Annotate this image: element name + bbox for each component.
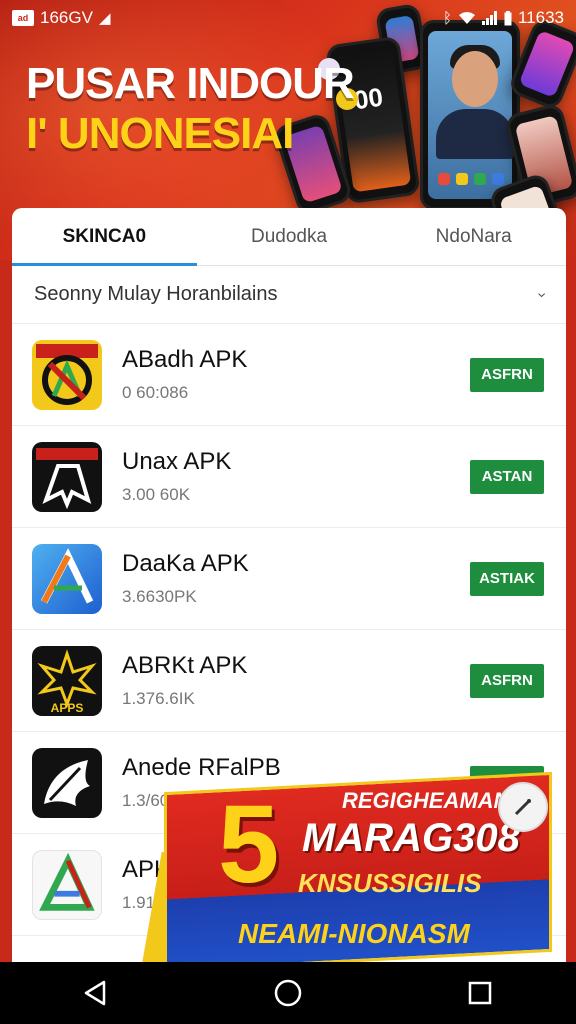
navigation-bar bbox=[0, 962, 576, 1024]
list-item[interactable]: Unax APK 3.00 60K ASTAN bbox=[12, 426, 566, 528]
tab-1[interactable]: Dudodka bbox=[197, 208, 382, 265]
promo-number: 5 bbox=[218, 783, 280, 906]
status-left-text: 166GV bbox=[40, 8, 93, 27]
promo-top-text: REGIGHEAMAN bbox=[342, 788, 510, 813]
install-button[interactable]: ASFRN bbox=[470, 357, 544, 392]
edit-pen-icon[interactable] bbox=[498, 782, 548, 832]
signal-triangle-icon: ◢ bbox=[98, 10, 111, 27]
list-item[interactable]: DaaKa APK 3.6630PK ASTIAK bbox=[12, 528, 566, 630]
promo-sub-text: KNSUSSIGILIS bbox=[298, 868, 482, 898]
banner-title-line2: I' UNONESIAI bbox=[26, 109, 294, 158]
app-size: 0 60:086 bbox=[122, 382, 189, 402]
person-face bbox=[452, 51, 498, 107]
install-button[interactable]: ASTAN bbox=[470, 459, 544, 494]
install-button[interactable]: ASTIAK bbox=[470, 561, 544, 596]
status-bar: ad 166GV ◢ ᛒ 11633 bbox=[0, 0, 576, 36]
black-leaf-logo-icon bbox=[32, 747, 102, 818]
list-item[interactable]: ABadh APK 0 60:086 ASFRN bbox=[12, 324, 566, 426]
app-size: 1.376.6IK bbox=[122, 688, 195, 708]
notification-icon: ad bbox=[12, 10, 34, 26]
blue-triangle-a-icon bbox=[32, 543, 102, 614]
list-item[interactable]: APPS ABRKt APK 1.376.6IK ASFRN bbox=[12, 630, 566, 732]
promo-main-text: MARAG308 bbox=[302, 816, 520, 860]
promo-overlay[interactable]: 5 REGIGHEAMAN MARAG308 KNSUSSIGILIS NEAM… bbox=[142, 771, 552, 973]
app-name: ABRKt APK bbox=[122, 652, 248, 680]
gold-star-apps-icon: APPS bbox=[32, 645, 102, 716]
app-name: DaaKa APK bbox=[122, 550, 249, 578]
tab-2[interactable]: NdoNara bbox=[381, 208, 566, 265]
red-prohibited-a-icon bbox=[32, 339, 102, 410]
recents-icon[interactable] bbox=[450, 968, 510, 1018]
bluetooth-icon: ᛒ bbox=[442, 9, 452, 27]
app-name: ABadh APK bbox=[122, 346, 248, 374]
wifi-icon bbox=[458, 12, 475, 24]
cell-signal-icon bbox=[481, 11, 497, 25]
person-suit bbox=[436, 109, 514, 159]
promo-bottom-text: NEAMI-NIONASM bbox=[238, 918, 470, 949]
app-name: Unax APK bbox=[122, 448, 232, 476]
status-time: 11633 bbox=[517, 8, 564, 27]
banner-headline: PUSAR INDOUR I' UNONESIAI bbox=[26, 59, 355, 158]
app-size: 3.00 60K bbox=[122, 484, 191, 504]
apps-icon-label: APPS bbox=[51, 701, 84, 715]
tab-bar: SKINCA0 Dudodka NdoNara bbox=[12, 208, 566, 266]
app-size: 3.6630PK bbox=[122, 586, 197, 606]
sort-dropdown[interactable]: Seonny Mulay Horanbilains › bbox=[12, 266, 566, 324]
phone-illustration-person bbox=[420, 20, 520, 210]
home-icon[interactable] bbox=[258, 968, 318, 1018]
tab-0[interactable]: SKINCA0 bbox=[12, 208, 197, 266]
banner-title-line1: PUSAR INDOUR bbox=[26, 59, 355, 108]
battery-icon bbox=[504, 10, 512, 25]
back-icon[interactable] bbox=[66, 968, 126, 1018]
black-label-logo-icon bbox=[32, 441, 102, 512]
green-triangle-a-icon bbox=[32, 849, 102, 920]
chevron-down-icon: › bbox=[533, 291, 551, 298]
phone-dock bbox=[438, 173, 504, 185]
install-button[interactable]: ASFRN bbox=[470, 663, 544, 698]
sort-label: Seonny Mulay Horanbilains bbox=[34, 283, 278, 305]
